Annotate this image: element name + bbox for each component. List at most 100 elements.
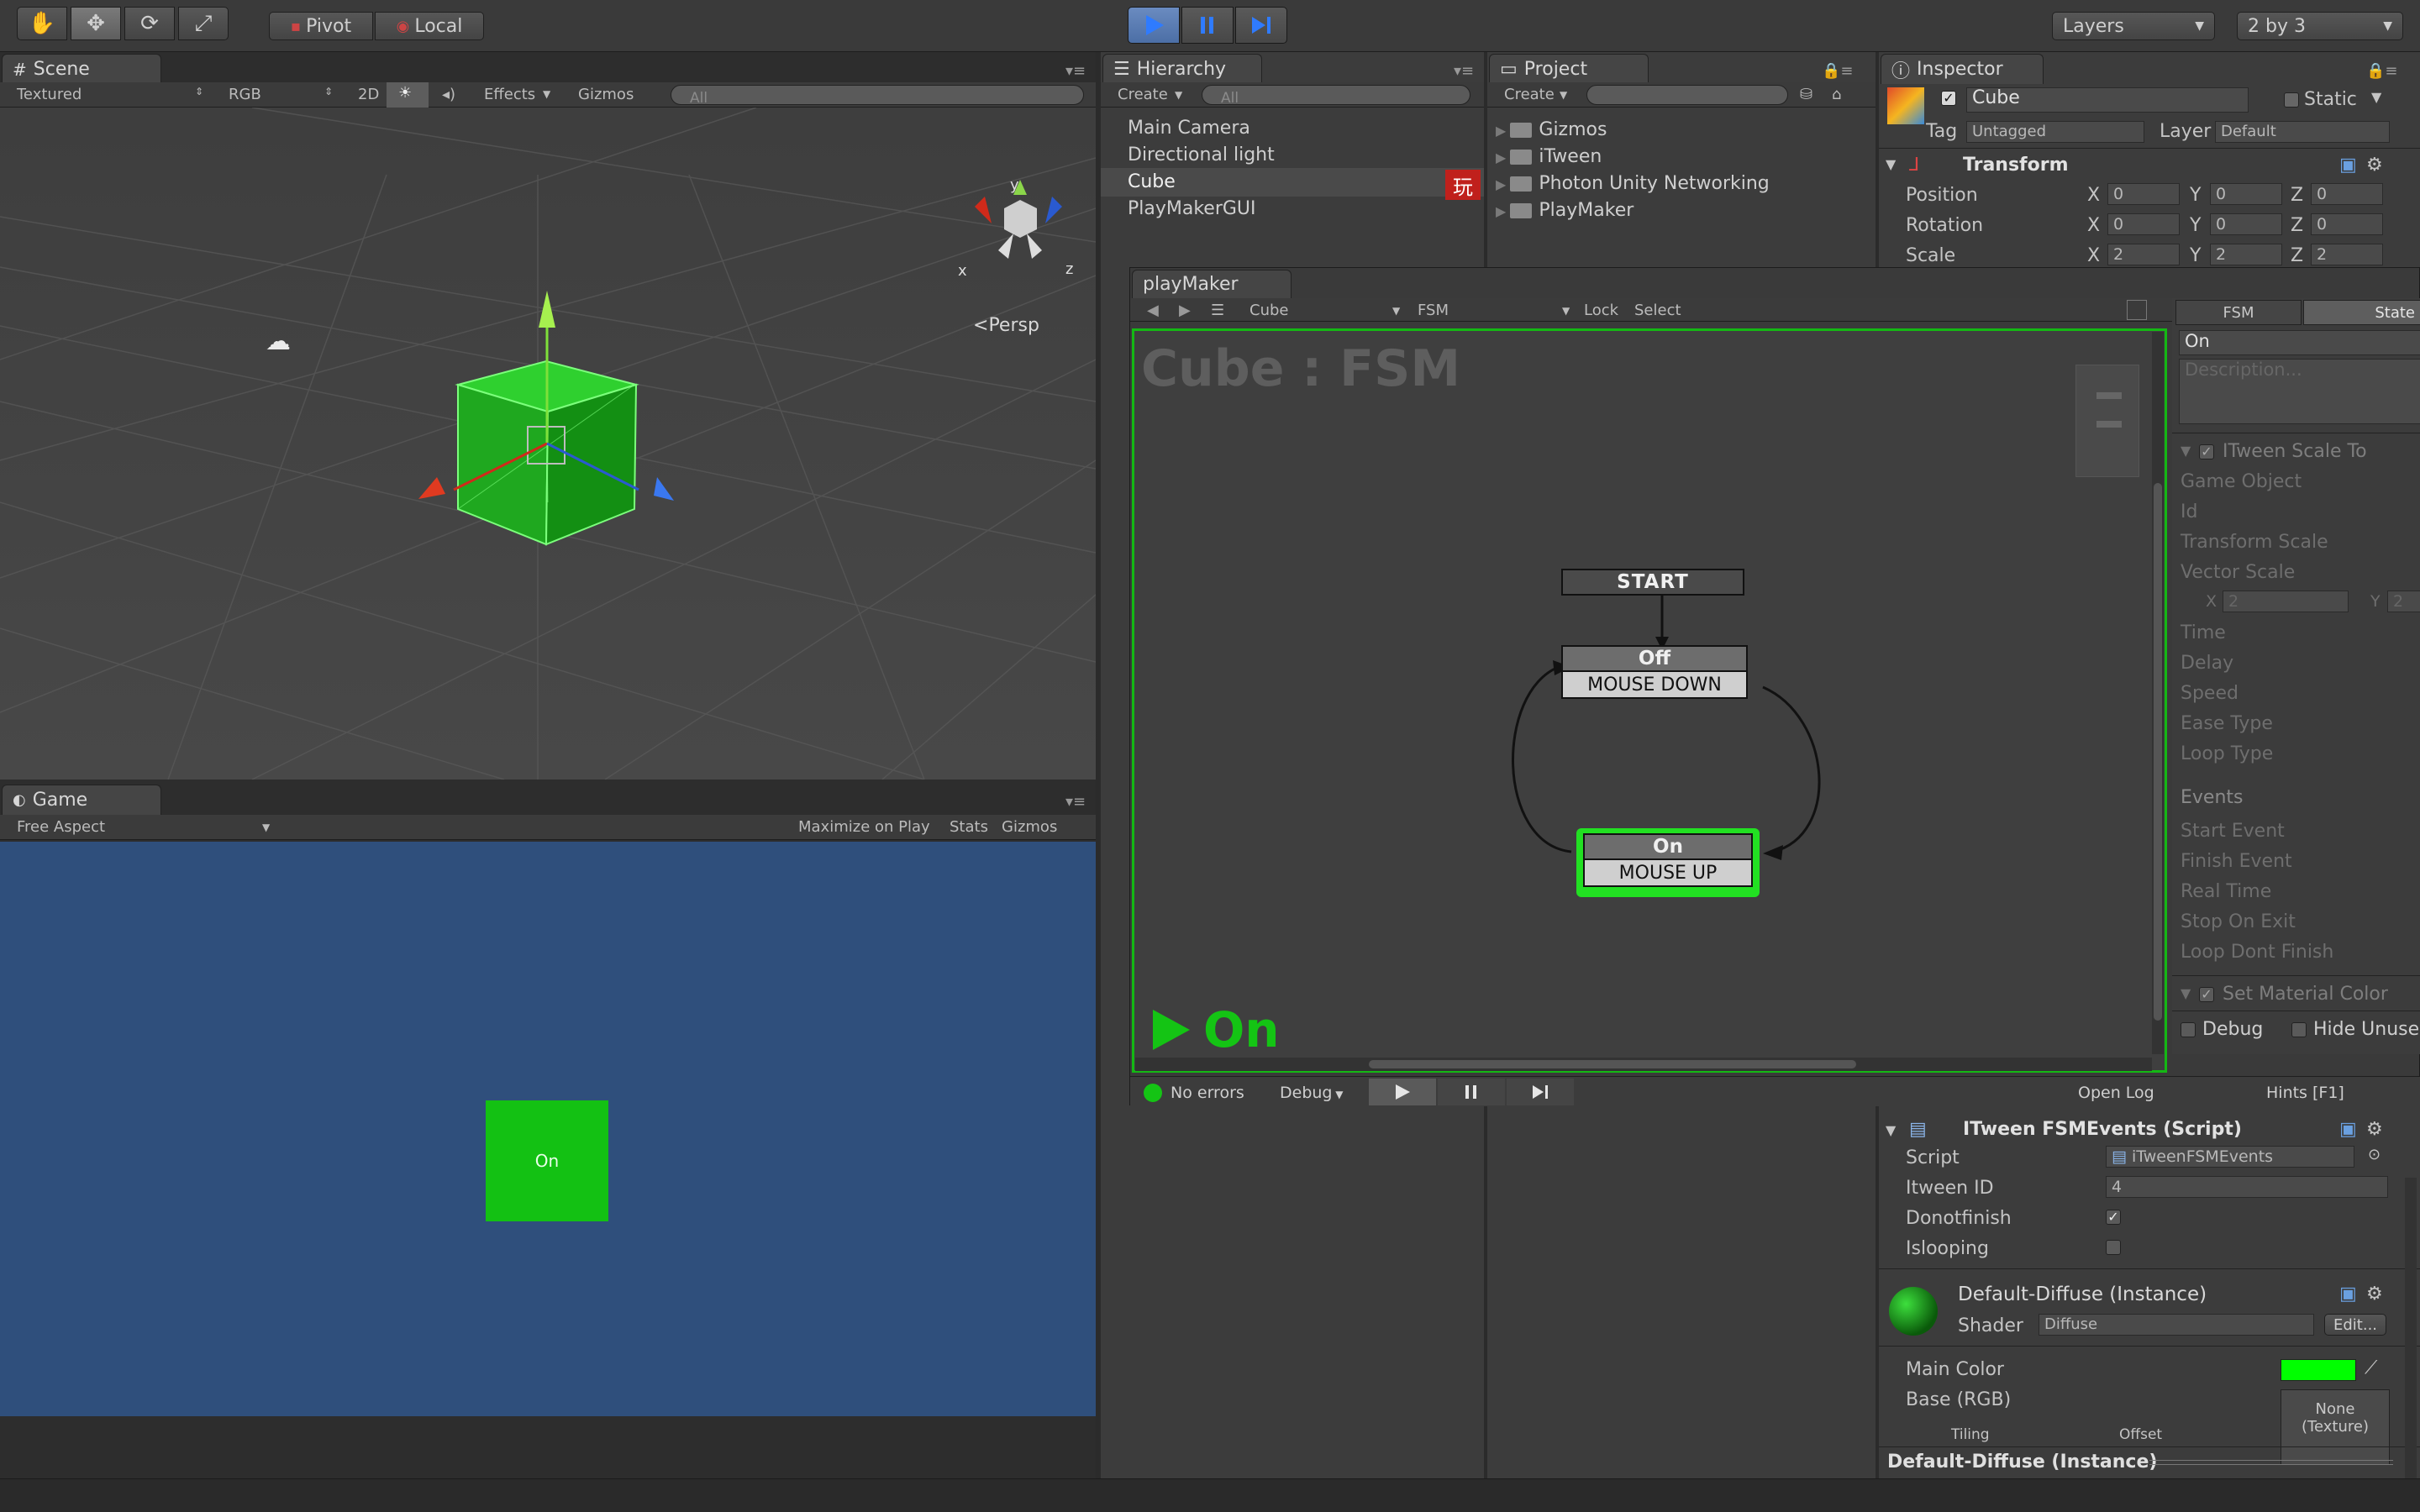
- panel-menu-icon[interactable]: ▾≡: [1065, 793, 1086, 811]
- forward-arrow-icon[interactable]: ▶: [1179, 302, 1191, 319]
- project-folder-photon[interactable]: ▶ Photon Unity Networking: [1496, 173, 1770, 194]
- scene-search-input[interactable]: All: [671, 85, 1084, 107]
- position-x-input[interactable]: 0: [2107, 183, 2180, 205]
- chevron-down-icon[interactable]: ▼: [2371, 89, 2381, 105]
- filter-type-icon[interactable]: ⛁: [1800, 86, 1812, 103]
- scale-tool-icon[interactable]: ⤢: [178, 7, 229, 40]
- project-folder-playmaker[interactable]: ▶ PlayMaker: [1496, 200, 1634, 221]
- main-color-swatch[interactable]: [2281, 1359, 2356, 1381]
- 2d-toggle[interactable]: 2D: [358, 86, 379, 103]
- foldout-arrow-icon[interactable]: ▼: [2181, 985, 2191, 1001]
- list-icon[interactable]: ☰: [1211, 302, 1224, 319]
- game-viewport[interactable]: On: [0, 842, 1096, 1416]
- static-checkbox[interactable]: [2284, 92, 2299, 108]
- scale-x-input[interactable]: 2: [2107, 244, 2180, 265]
- project-search-input[interactable]: [1586, 85, 1788, 105]
- vector-y-input[interactable]: 2: [2387, 591, 2420, 612]
- rotation-z-input[interactable]: 0: [2311, 213, 2383, 235]
- fsm-select-dropdown[interactable]: FSM: [1418, 302, 1449, 319]
- hide-unused-checkbox[interactable]: [2291, 1022, 2307, 1037]
- debug-checkbox[interactable]: [2181, 1022, 2196, 1037]
- fsm-pause-button[interactable]: [1438, 1079, 1505, 1105]
- hand-tool-icon[interactable]: ✋: [17, 7, 67, 40]
- layer-dropdown[interactable]: Default: [2215, 121, 2390, 143]
- maximize-icon[interactable]: [2127, 300, 2147, 320]
- local-button[interactable]: ◉ Local: [375, 12, 484, 40]
- project-create-button[interactable]: Create: [1504, 86, 1555, 103]
- game-on-button[interactable]: On: [486, 1100, 608, 1221]
- hierarchy-item-directional-light[interactable]: Directional light: [1128, 144, 1275, 165]
- hierarchy-item-playmakergui[interactable]: PlayMakerGUI: [1128, 198, 1256, 219]
- scene-viewport[interactable]: ☁ y x z <Persp: [0, 108, 1096, 780]
- itween-fsmevents-header[interactable]: ITween FSMEvents (Script): [1963, 1119, 2242, 1140]
- texture-slot[interactable]: None (Texture): [2281, 1389, 2390, 1465]
- fsm-graph-view[interactable]: Cube : FSM START Off MOUSE DOWN On MOUSE…: [1132, 328, 2167, 1073]
- fsm-event-mouse-down[interactable]: MOUSE DOWN: [1561, 672, 1748, 699]
- layout-dropdown[interactable]: 2 by 3 ▼: [2237, 12, 2403, 40]
- project-folder-itween[interactable]: ▶ iTween: [1496, 146, 1602, 167]
- persp-label[interactable]: <Persp: [973, 315, 1039, 336]
- fsm-event-mouse-up[interactable]: MOUSE UP: [1583, 860, 1753, 887]
- move-tool-icon[interactable]: ✥: [71, 7, 121, 40]
- step-button[interactable]: [1235, 7, 1287, 44]
- pause-button[interactable]: [1181, 7, 1234, 44]
- tab-game[interactable]: ◐ Game: [2, 785, 161, 815]
- panel-menu-icon[interactable]: ▾≡: [1454, 62, 1474, 80]
- shading-dropdown[interactable]: Textured: [17, 86, 82, 103]
- help-icon[interactable]: ▣: [2339, 1284, 2357, 1305]
- fsm-select-button[interactable]: Select: [1634, 302, 1681, 319]
- play-button[interactable]: [1128, 7, 1180, 44]
- render-mode-dropdown[interactable]: RGB: [229, 86, 261, 103]
- camera-gizmo-icon[interactable]: ☁: [266, 327, 291, 356]
- effects-dropdown[interactable]: Effects: [484, 86, 535, 103]
- aspect-dropdown[interactable]: Free Aspect: [17, 818, 105, 836]
- stats-toggle[interactable]: Stats: [950, 818, 988, 836]
- foldout-arrow-icon[interactable]: ▼: [2181, 443, 2191, 459]
- panel-menu-icon[interactable]: ▾≡: [1065, 62, 1086, 80]
- fsm-object-dropdown[interactable]: Cube: [1249, 302, 1288, 319]
- tab-playmaker[interactable]: playMaker: [1132, 270, 1292, 298]
- hints-button[interactable]: Hints [F1]: [2266, 1084, 2344, 1102]
- state-description-input[interactable]: Description...: [2179, 359, 2420, 424]
- debug-dropdown[interactable]: Debug ▼: [1280, 1084, 1344, 1102]
- help-icon[interactable]: ▣: [2339, 155, 2357, 176]
- script-field[interactable]: ▤ iTweenFSMEvents: [2106, 1146, 2354, 1168]
- tab-fsm[interactable]: FSM: [2175, 300, 2302, 325]
- graph-horizontal-scrollbar[interactable]: [1135, 1058, 2152, 1071]
- tag-dropdown[interactable]: Untagged: [1966, 121, 2144, 143]
- gizmos-dropdown[interactable]: Gizmos: [578, 86, 634, 103]
- tab-state[interactable]: State: [2303, 300, 2420, 325]
- vector-x-input[interactable]: 2: [2223, 591, 2349, 612]
- rotation-y-input[interactable]: 0: [2210, 213, 2282, 235]
- fsm-start-node[interactable]: START: [1561, 569, 1744, 596]
- hierarchy-search-input[interactable]: All: [1202, 85, 1470, 107]
- graph-vertical-scrollbar[interactable]: [2152, 332, 2164, 1054]
- tab-project[interactable]: ▭ Project: [1489, 54, 1649, 84]
- help-icon[interactable]: ▣: [2339, 1119, 2357, 1140]
- islooping-checkbox[interactable]: [2106, 1240, 2121, 1255]
- gear-icon[interactable]: ⚙: [2366, 1284, 2383, 1305]
- hierarchy-create-button[interactable]: Create: [1118, 86, 1168, 103]
- filter-label-icon[interactable]: ⌂: [1832, 86, 1841, 103]
- tab-hierarchy[interactable]: ☰ Hierarchy: [1102, 54, 1262, 84]
- state-name-input[interactable]: On: [2179, 330, 2420, 355]
- scale-z-input[interactable]: 2: [2311, 244, 2383, 265]
- tab-inspector[interactable]: ⓘ Inspector: [1881, 54, 2044, 84]
- fsm-lock-button[interactable]: Lock: [1584, 302, 1618, 319]
- hierarchy-item-cube[interactable]: Cube: [1128, 171, 1176, 192]
- action-enable-checkbox[interactable]: ✓: [2199, 987, 2214, 1002]
- position-y-input[interactable]: 0: [2210, 183, 2282, 205]
- action-enable-checkbox[interactable]: ✓: [2199, 444, 2214, 459]
- itween-id-input[interactable]: 4: [2106, 1176, 2388, 1198]
- project-folder-gizmos[interactable]: ▶ Gizmos: [1496, 119, 1607, 140]
- action-set-material-color[interactable]: Set Material Color: [2223, 984, 2388, 1005]
- layers-dropdown[interactable]: Layers ▼: [2052, 12, 2215, 40]
- game-gizmos-dropdown[interactable]: Gizmos: [1002, 818, 1057, 836]
- scrollbar-thumb[interactable]: [2154, 483, 2162, 1021]
- errors-status[interactable]: No errors: [1171, 1084, 1244, 1102]
- transform-header[interactable]: Transform: [1963, 155, 2069, 176]
- pivot-button[interactable]: ▪ Pivot: [269, 12, 373, 40]
- gear-icon[interactable]: ⚙: [2366, 1119, 2383, 1140]
- donotfinish-checkbox[interactable]: ✓: [2106, 1210, 2121, 1225]
- position-z-input[interactable]: 0: [2311, 183, 2383, 205]
